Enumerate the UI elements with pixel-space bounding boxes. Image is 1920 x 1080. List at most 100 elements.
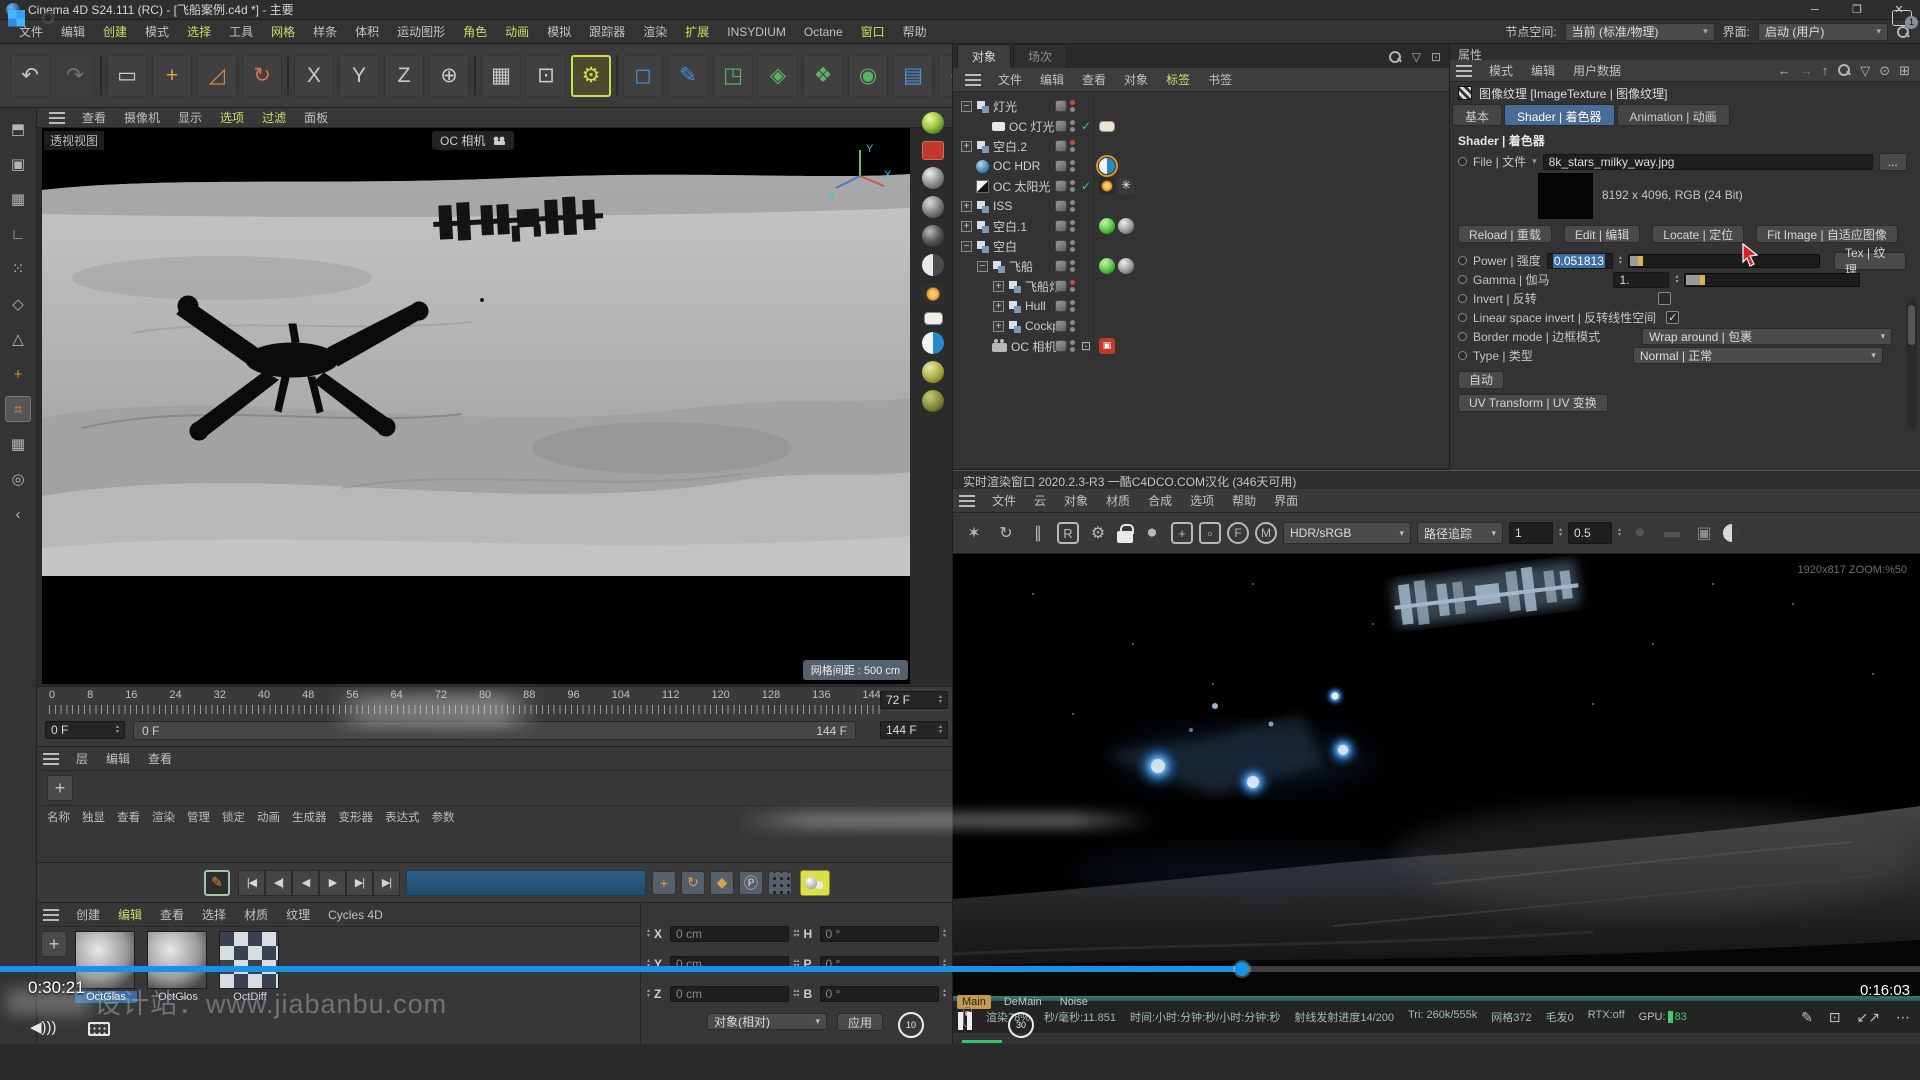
render-settings-icon[interactable]: ⚙ [1085,520,1111,546]
keyboard-icon[interactable] [88,1022,110,1036]
octane-menu-item[interactable]: 对象 [1055,492,1097,510]
back-icon[interactable]: ← [1778,63,1791,79]
texture-preview[interactable] [1538,173,1593,219]
props-menu-item[interactable]: 用户数据 [1564,62,1630,80]
object-row[interactable]: OC HDR ✓ ⊡ [953,156,1449,176]
octane-menu-item[interactable]: 云 [1025,492,1055,510]
attribute-tab[interactable]: 基本 [1452,104,1502,126]
hdri-tag[interactable] [1099,158,1115,174]
expand-toggle[interactable]: + [993,321,1004,332]
object-name[interactable]: ISS [993,199,1012,213]
enabled-check-icon[interactable]: ✓ [1081,179,1091,193]
material-ball-icon[interactable] [1723,524,1741,542]
octane-mix-material-icon[interactable] [922,254,944,276]
materials-burger-icon[interactable] [43,909,59,921]
frame-tick-label[interactable]: 120 [711,689,729,701]
sun-tag[interactable] [1099,178,1115,194]
green-tag[interactable] [1099,218,1115,234]
visibility-dot[interactable] [1070,260,1075,265]
octane-scatter-icon[interactable] [922,361,944,383]
keyframe-position-icon[interactable]: + [652,871,676,895]
edit-state-toggle[interactable] [1055,180,1067,192]
menu-item[interactable]: INSYDIUM [718,23,795,41]
axis-mode-icon[interactable]: + [5,361,31,387]
object-row[interactable]: OC 相机 ✓ ⊡ ▣ [953,336,1449,356]
gray-tag[interactable] [1118,258,1134,274]
pick-pencil-icon[interactable]: ✎ [1801,1009,1813,1026]
visibility-dot[interactable] [1070,280,1075,285]
render-dot[interactable] [1070,327,1075,332]
pause-render-icon[interactable]: ∥ [1025,520,1051,546]
panel-icon[interactable]: ⊡ [1431,50,1441,64]
keyframe-scale-icon[interactable]: ◆ [710,871,734,895]
materials-menu-item[interactable]: Cycles 4D [319,906,392,924]
expand-toggle[interactable]: + [961,201,972,212]
screen-icon[interactable]: ⊡ [1829,1009,1841,1026]
layers-menu-item[interactable]: 编辑 [97,750,139,768]
render-dot[interactable] [1070,107,1075,112]
axis-x-button[interactable]: X [294,55,334,97]
video-progress-handle[interactable] [1235,962,1249,976]
render-dot[interactable] [1070,227,1075,232]
layers-burger-icon[interactable] [43,753,59,765]
object-name[interactable]: OC 太阳光 [993,178,1050,195]
response-select[interactable]: HDR/sRGB▾ [1283,522,1411,544]
rewind-10-button[interactable]: 10 [898,1012,924,1038]
move-tool-icon[interactable]: + [152,55,192,97]
current-frame-box[interactable]: 72 F▴▾ [880,691,948,709]
object-name[interactable]: 空白 [993,238,1017,255]
octane-live-viewer-button[interactable] [922,141,944,160]
region-scale-input[interactable]: 0.5 [1568,522,1612,544]
keyframe-parameter-icon[interactable]: Ⓟ [739,871,763,895]
viewport-menu-item[interactable]: 摄像机 [115,109,169,127]
gray-tag[interactable] [1118,218,1134,234]
octane-menu-item[interactable]: 选项 [1181,492,1223,510]
menu-item[interactable]: 帮助 [894,23,936,41]
volume-icon[interactable]: ◀))) [30,1018,57,1036]
visibility-dot[interactable] [1070,200,1075,205]
om-menu-item[interactable]: 对象 [1115,71,1157,89]
backplate-icon[interactable]: ▬ [1659,520,1685,546]
octane-hdri-environment-icon[interactable] [922,332,944,354]
om-menu-item[interactable]: 标签 [1157,71,1199,89]
panel-collapse-icon[interactable]: ‹ [5,501,31,527]
viewport-camera-chip[interactable]: OC 相机 [432,131,514,150]
menu-item[interactable]: 动画 [496,23,538,41]
coordinate-mode-select[interactable]: 对象(相对)▾ [707,1013,827,1030]
workplane-icon[interactable]: ∟ [5,221,31,247]
edit-state-toggle[interactable] [1055,160,1067,172]
model-mode-icon[interactable]: ▣ [5,151,31,177]
object-row[interactable]: + Cockp ✓ ⊡ [953,316,1449,336]
focus-picker-icon[interactable]: F [1227,522,1249,544]
render-pass-tab[interactable]: Noise [1055,995,1093,1009]
frame-tick-label[interactable]: 16 [125,689,137,701]
render-pass-tab[interactable]: Main [957,995,991,1009]
render-picture-viewer-icon[interactable]: ⊡ [526,55,566,97]
filter-icon[interactable]: ▽ [1412,50,1421,64]
render-dot[interactable] [1070,187,1075,192]
notification-icon[interactable]: 1 [1892,10,1912,26]
fields-icon[interactable]: ◉ [848,55,888,97]
goto-end-button[interactable]: ▶| [373,870,400,896]
prev-key-button[interactable]: ◀| [265,870,292,896]
coordinate-field[interactable]: ▴▾P 0 ° ▴▾ [797,949,947,979]
power-spinner[interactable]: ▴▾ [1619,256,1622,266]
frame-tick-label[interactable]: 8 [87,689,93,701]
viewport-menu-item[interactable]: 面板 [295,109,337,127]
layer-column-header[interactable]: 生成器 [292,809,327,825]
expand-toggle[interactable]: + [961,141,972,152]
props-scrollbar[interactable] [1906,299,1917,429]
object-name[interactable]: OC 相机 [1011,338,1056,355]
layer-column-header[interactable]: 独显 [82,809,105,825]
render-dot[interactable] [1070,247,1075,252]
viewport-menu-item[interactable]: 选项 [211,109,253,127]
type-select[interactable]: Normal | 正常▾ [1633,347,1883,364]
manager-tab[interactable]: 场次 [1013,44,1067,68]
powerslider-timeline[interactable] [406,870,646,896]
edit-state-toggle[interactable] [1055,300,1067,312]
texture-action-button[interactable]: Reload | 重载 [1458,225,1552,243]
frame-tick-label[interactable]: 136 [812,689,830,701]
kernel-select[interactable]: 路径追踪▾ [1417,522,1503,544]
volume-icon[interactable]: ▤ [893,55,933,97]
object-name[interactable]: 空白.2 [993,138,1027,155]
